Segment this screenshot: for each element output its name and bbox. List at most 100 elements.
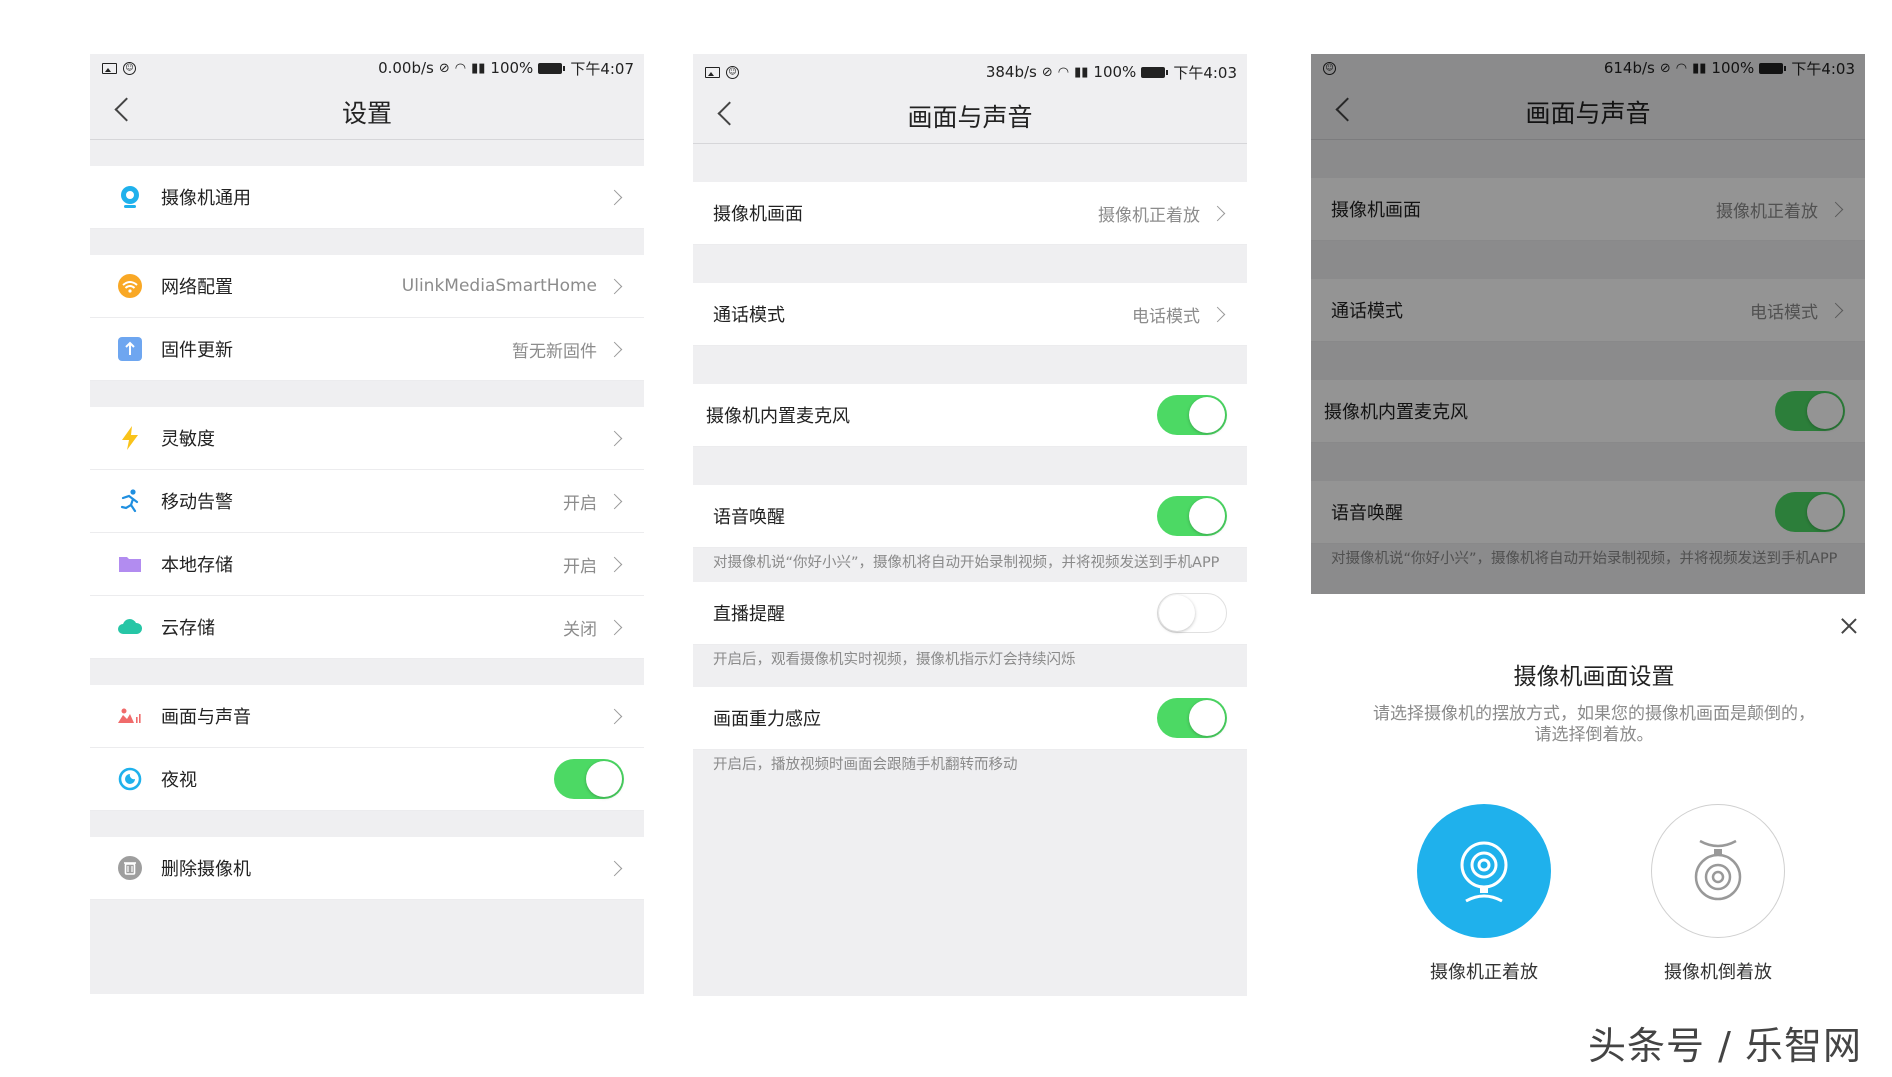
row-label: 通话模式 [713,305,785,326]
row-label: 画面与声音 [161,707,251,728]
voice-wakeup-note: 对摄像机说“你好小兴”，摄像机将自动开始录制视频，并将视频发送到手机APP [693,548,1247,582]
settings-row-local-storage[interactable]: 本地存储 开启 [90,533,644,596]
image-notification-icon [102,62,117,74]
row-camera-picture: 摄像机画面 摄像机正着放 [1311,178,1865,241]
picture-sound-icon [117,703,143,729]
row-voice-wakeup: 语音唤醒 [1311,481,1865,544]
row-label: 语音唤醒 [713,507,785,528]
camera-inverted-label: 摄像机倒着放 [1664,962,1772,983]
row-builtin-mic: 摄像机内置麦克风 [693,384,1247,447]
night-vision-icon [117,766,143,792]
upload-icon [117,336,143,362]
chevron-right-icon [1827,302,1844,318]
voice-wakeup-toggle [1775,492,1845,532]
row-label: 摄像机画面 [713,204,803,225]
close-icon[interactable] [1839,616,1859,636]
page-title: 设置 [341,99,392,128]
page-title: 画面与声音 [1525,99,1651,128]
row-call-mode[interactable]: 通话模式 电话模式 [693,283,1247,346]
network-speed: 614b/s [1603,59,1655,77]
nav-bar: 画面与声音 [1311,82,1865,140]
status-bar: ☺ 384b/s ⊘ ◠ ▮▮ 100% 下午4:03 [693,58,1247,86]
gravity-sensor-toggle[interactable] [1157,698,1227,738]
row-value: 开启 [563,556,597,577]
chevron-right-icon [606,556,623,572]
network-speed: 384b/s [985,63,1037,81]
clock: 下午4:03 [1791,59,1855,78]
row-value: 暂无新固件 [512,341,597,362]
image-notification-icon [705,66,720,78]
signal-icon: ▮▮ [1692,60,1707,76]
settings-row-sensitivity[interactable]: 灵敏度 [90,407,644,470]
row-value: 摄像机正着放 [1716,201,1818,222]
row-label: 移动告警 [161,492,233,513]
settings-row-camera-general[interactable]: 摄像机通用 [90,166,644,229]
smiley-notification-icon: ☺ [123,61,136,75]
builtin-mic-toggle [1775,391,1845,431]
row-voice-wakeup: 语音唤醒 [693,485,1247,548]
chevron-right-icon [606,189,623,205]
camera-upright-option[interactable]: 摄像机正着放 [1414,804,1554,984]
battery-icon [538,62,566,74]
builtin-mic-toggle[interactable] [1157,395,1227,435]
lightning-icon [117,425,143,451]
nav-bar: 设置 [90,82,644,140]
settings-row-motion-alert[interactable]: 移动告警 开启 [90,470,644,533]
row-label: 摄像机内置麦克风 [1324,402,1468,423]
settings-screen: ☺ 0.00b/s ⊘ ◠ ▮▮ 100% 下午4:07 设置 摄像机通用 网络… [90,54,644,994]
clock: 下午4:07 [570,59,634,78]
battery-percent: 100% [1711,59,1755,77]
camera-inverted-option[interactable]: 摄像机倒着放 [1648,804,1788,984]
row-value: 开启 [563,493,597,514]
wifi-icon [117,273,143,299]
row-value: 电话模式 [1132,306,1200,327]
row-label: 通话模式 [1331,301,1403,322]
row-live-reminder: 直播提醒 [693,582,1247,645]
night-vision-toggle[interactable] [554,759,624,799]
signal-icon: ▮▮ [1074,64,1089,80]
cloud-icon [117,614,143,640]
settings-row-picture-sound[interactable]: 画面与声音 [90,685,644,748]
camera-upright-icon [1417,804,1551,938]
gravity-sensor-note: 开启后，播放视频时画面会跟随手机翻转而移动 [693,750,1247,784]
camera-pin-icon [117,184,143,210]
row-value: 摄像机正着放 [1098,205,1200,226]
chevron-right-icon [606,430,623,446]
settings-row-delete-camera[interactable]: 删除摄像机 [90,837,644,900]
settings-row-network[interactable]: 网络配置 UlinkMediaSmartHome [90,255,644,318]
row-camera-picture[interactable]: 摄像机画面 摄像机正着放 [693,182,1247,245]
smiley-notification-icon: ☺ [726,65,739,79]
wifi-status-icon: ◠ [1057,64,1070,80]
signal-icon: ▮▮ [471,60,486,76]
row-label: 本地存储 [161,555,233,576]
nav-bar: 画面与声音 [693,86,1247,144]
settings-row-cloud-storage[interactable]: 云存储 关闭 [90,596,644,659]
row-gravity-sensor: 画面重力感应 [693,687,1247,750]
chevron-right-icon [606,708,623,724]
battery-icon [1759,62,1787,74]
row-label: 语音唤醒 [1331,503,1403,524]
sheet-title: 摄像机画面设置 [1513,664,1675,690]
running-icon [117,488,143,514]
live-reminder-toggle[interactable] [1157,593,1227,633]
row-label: 固件更新 [161,340,233,361]
chevron-right-icon [606,619,623,635]
row-label: 摄像机通用 [161,188,251,209]
voice-wakeup-toggle[interactable] [1157,496,1227,536]
voice-wakeup-note: 对摄像机说“你好小兴”，摄像机将自动开始录制视频，并将视频发送到手机APP [1311,544,1865,578]
sheet-description: 请选择摄像机的摆放方式，如果您的摄像机画面是颠倒的，请选择倒着放。 [1373,704,1815,745]
smiley-notification-icon: ☺ [1323,61,1336,75]
wifi-status-icon: ◠ [1675,60,1688,76]
vibrate-off-icon: ⊘ [1659,60,1671,76]
status-bar: ☺ 0.00b/s ⊘ ◠ ▮▮ 100% 下午4:07 [90,54,644,82]
page-title: 画面与声音 [907,103,1033,132]
camera-picture-sheet: 摄像机画面设置 请选择摄像机的摆放方式，如果您的摄像机画面是颠倒的，请选择倒着放… [1311,594,1891,994]
trash-icon [117,855,143,881]
row-label: 云存储 [161,618,215,639]
settings-row-firmware[interactable]: 固件更新 暂无新固件 [90,318,644,381]
network-speed: 0.00b/s [378,59,434,77]
battery-percent: 100% [1093,63,1137,81]
chevron-right-icon [606,493,623,509]
vibrate-off-icon: ⊘ [438,60,450,76]
row-value: UlinkMediaSmartHome [401,276,597,296]
